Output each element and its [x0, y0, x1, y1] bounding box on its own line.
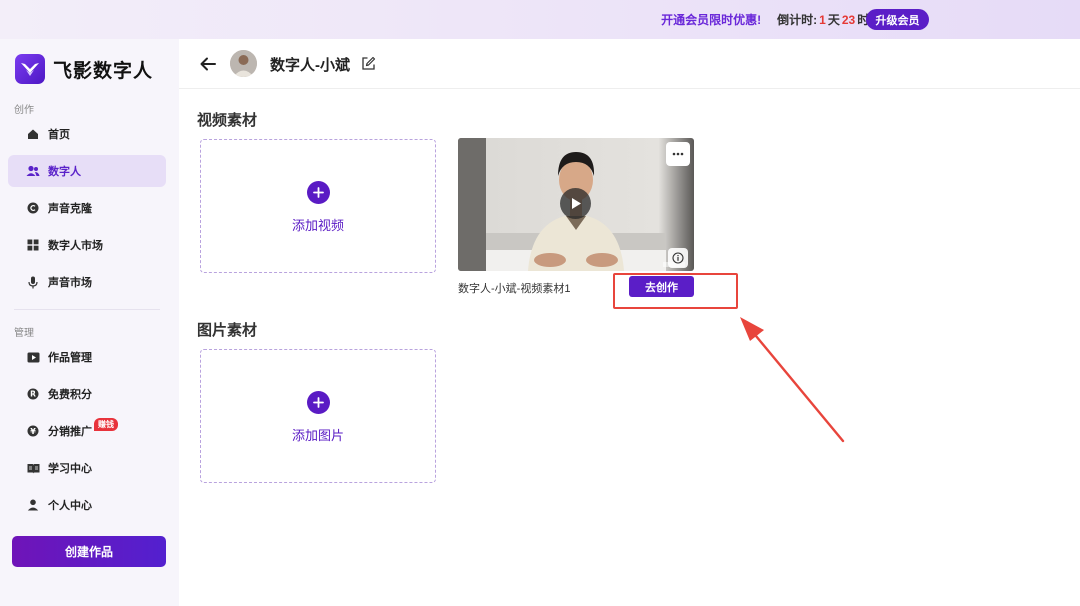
upgrade-member-button[interactable]: 升级会员 [866, 9, 929, 30]
info-icon[interactable] [668, 248, 688, 268]
sidebar-item-distribution[interactable]: ¥ 分销推广 赚钱 [8, 415, 166, 447]
sidebar-item-home[interactable]: 首页 [8, 118, 166, 150]
yen-circle-icon: ¥ [26, 424, 40, 438]
sidebar-item-free-points[interactable]: R 免费积分 [8, 378, 166, 410]
add-image-card[interactable]: 添加图片 [200, 349, 436, 483]
earn-badge: 赚钱 [94, 417, 118, 431]
video-material-name: 数字人-小斌-视频素材1 [458, 283, 571, 295]
microphone-icon [26, 275, 40, 289]
image-section-title: 图片素材 [197, 322, 258, 339]
countdown-days: 1 [819, 12, 826, 27]
sidebar-item-label: 作品管理 [48, 352, 92, 364]
sidebar-item-voice-clone[interactable]: 声音克隆 [8, 192, 166, 224]
book-icon [26, 461, 40, 475]
sidebar-item-voice-market[interactable]: 声音市场 [8, 266, 166, 298]
sidebar-item-label: 数字人 [48, 166, 81, 178]
countdown-label: 倒计时: [777, 13, 818, 27]
sidebar-item-label: 免费积分 [48, 389, 92, 401]
logo-icon [15, 54, 45, 84]
video-icon [26, 350, 40, 364]
promo-title: 开通会员限时优惠! [661, 13, 762, 27]
plus-icon [307, 181, 330, 204]
sidebar-item-label: 声音市场 [48, 277, 92, 289]
sidebar: 飞影数字人 创作 首页 数字人 声音克隆 数字人市场 声音市场 管理 作品管理 … [0, 39, 179, 606]
sidebar-item-profile[interactable]: 个人中心 [8, 489, 166, 521]
add-video-label: 添加视频 [291, 218, 344, 233]
sidebar-item-label: 个人中心 [48, 500, 92, 512]
sidebar-item-label: 分销推广 [48, 426, 92, 438]
sidebar-item-digital-human[interactable]: 数字人 [8, 155, 166, 187]
countdown-days-unit: 天 [827, 13, 840, 27]
sidebar-item-works[interactable]: 作品管理 [8, 341, 166, 373]
countdown-hours: 23 [841, 12, 856, 27]
sidebar-divider [14, 309, 160, 310]
back-arrow-icon[interactable] [199, 55, 217, 73]
video-section-title: 视频素材 [197, 112, 258, 129]
sidebar-item-label: 数字人市场 [48, 240, 103, 252]
create-work-button[interactable]: 创建作品 [12, 536, 166, 567]
app-name: 飞影数字人 [53, 60, 154, 82]
section-label-create: 创作 [14, 105, 34, 116]
page-title: 数字人-小斌 [270, 57, 350, 74]
person-icon [26, 498, 40, 512]
sidebar-item-label: 首页 [48, 129, 70, 141]
page-header: 数字人-小斌 [179, 39, 1080, 89]
annotation-highlight-box [613, 273, 738, 309]
add-image-label: 添加图片 [291, 428, 344, 443]
sidebar-item-label: 声音克隆 [48, 203, 92, 215]
sidebar-item-learning[interactable]: 学习中心 [8, 452, 166, 484]
edit-icon[interactable] [361, 56, 376, 71]
home-icon [26, 127, 40, 141]
users-icon [26, 164, 40, 178]
avatar [230, 50, 257, 77]
add-video-card[interactable]: 添加视频 [200, 139, 436, 273]
r-circle-icon: R [26, 387, 40, 401]
copyright-icon [26, 201, 40, 215]
promo-bar: 开通会员限时优惠! 倒计时: 1 天 23 时 20 分 42 秒 升级会员 [0, 0, 1080, 39]
svg-text:R: R [30, 390, 36, 399]
section-label-manage: 管理 [14, 328, 34, 339]
svg-text:¥: ¥ [30, 427, 36, 436]
annotation-arrow-icon [740, 317, 845, 443]
sidebar-item-digital-human-market[interactable]: 数字人市场 [8, 229, 166, 261]
more-options-icon[interactable] [666, 142, 690, 166]
plus-icon [307, 391, 330, 414]
play-icon[interactable] [560, 188, 591, 219]
sidebar-item-label: 学习中心 [48, 463, 92, 475]
grid-icon [26, 238, 40, 252]
app-logo[interactable]: 飞影数字人 [15, 54, 153, 84]
